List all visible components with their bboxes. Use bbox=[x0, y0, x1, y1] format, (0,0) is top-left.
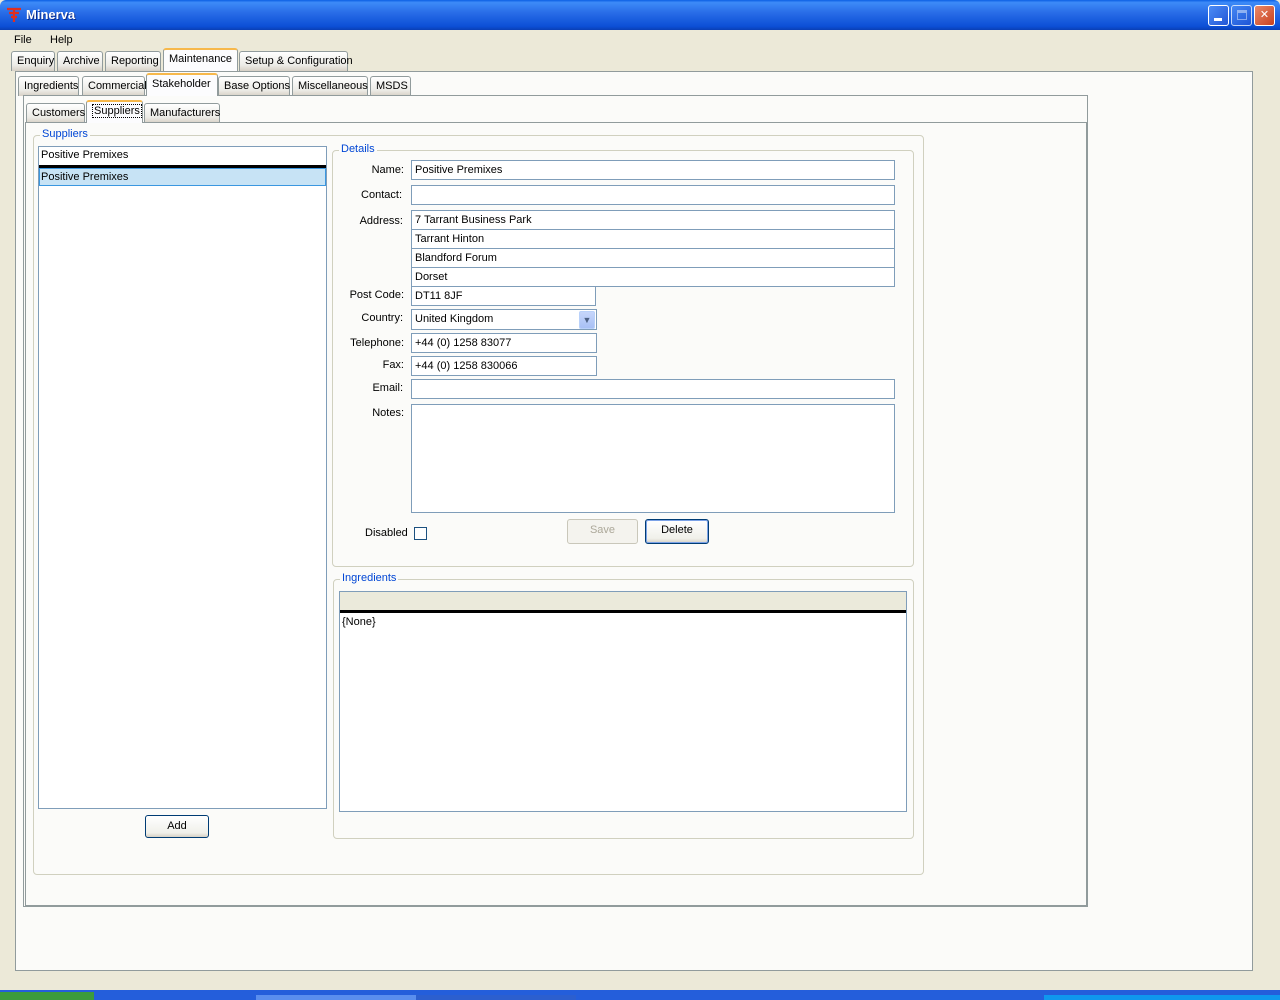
minimize-button[interactable] bbox=[1208, 5, 1229, 26]
tab-customers[interactable]: Customers bbox=[26, 103, 85, 123]
fax-field[interactable]: +44 (0) 1258 830066 bbox=[411, 356, 597, 376]
details-group-label: Details bbox=[339, 143, 377, 155]
tab-msds[interactable]: MSDS bbox=[370, 76, 411, 96]
tab-suppliers[interactable]: Suppliers bbox=[86, 100, 143, 123]
tab-enquiry[interactable]: Enquiry bbox=[11, 51, 55, 71]
ingredients-group-label: Ingredients bbox=[340, 572, 399, 584]
app-icon bbox=[7, 7, 21, 22]
tab-stakeholder[interactable]: Stakeholder bbox=[146, 73, 218, 96]
tab-maintenance[interactable]: Maintenance bbox=[163, 48, 238, 71]
tab-suppliers-label: Suppliers bbox=[92, 104, 142, 118]
telephone-field[interactable]: +44 (0) 1258 83077 bbox=[411, 333, 597, 353]
country-selected-value: United Kingdom bbox=[415, 313, 494, 325]
address-line-4-field[interactable]: Dorset bbox=[411, 267, 895, 287]
tab-setup-configuration[interactable]: Setup & Configuration bbox=[239, 51, 353, 71]
tab-reporting[interactable]: Reporting bbox=[105, 51, 161, 71]
start-button[interactable] bbox=[0, 992, 94, 1000]
email-field[interactable] bbox=[411, 379, 895, 399]
fax-label: Fax: bbox=[382, 359, 404, 371]
suppliers-list-header: Positive Premixes bbox=[41, 149, 129, 161]
disabled-label: Disabled bbox=[365, 527, 408, 539]
disabled-checkbox[interactable] bbox=[414, 527, 427, 540]
menu-file[interactable]: File bbox=[14, 34, 32, 46]
menu-bar: File Help bbox=[0, 30, 1280, 50]
close-button[interactable]: ✕ bbox=[1254, 5, 1275, 26]
tab-commercial[interactable]: Commercial bbox=[82, 76, 147, 96]
tab-base-options[interactable]: Base Options bbox=[218, 76, 290, 96]
window-title: Minerva bbox=[26, 7, 76, 22]
tab-miscellaneous[interactable]: Miscellaneous bbox=[292, 76, 368, 96]
close-icon: ✕ bbox=[1259, 9, 1270, 21]
name-label: Name: bbox=[371, 164, 404, 176]
suppliers-list[interactable]: Positive Premixes Positive Premixes bbox=[38, 146, 327, 809]
save-button[interactable]: Save bbox=[567, 519, 638, 544]
chevron-down-icon[interactable]: ▼ bbox=[579, 311, 595, 329]
ingredients-list-header bbox=[340, 592, 906, 610]
menu-help[interactable]: Help bbox=[50, 34, 73, 46]
email-label: Email: bbox=[372, 382, 403, 394]
tab-manufacturers[interactable]: Manufacturers bbox=[144, 103, 220, 123]
tab-ingredients[interactable]: Ingredients bbox=[18, 76, 79, 96]
suppliers-group-label: Suppliers bbox=[40, 128, 90, 140]
contact-field[interactable] bbox=[411, 185, 895, 205]
list-item: {None} bbox=[342, 616, 376, 628]
minimize-icon bbox=[1214, 18, 1222, 21]
name-field[interactable]: Positive Premixes bbox=[411, 160, 895, 180]
list-item[interactable]: Positive Premixes bbox=[39, 168, 326, 186]
postcode-label: Post Code: bbox=[349, 289, 404, 301]
maximize-button[interactable] bbox=[1231, 5, 1252, 26]
contact-label: Contact: bbox=[361, 189, 402, 201]
taskbar-item[interactable] bbox=[416, 995, 576, 1000]
postcode-field[interactable]: DT11 8JF bbox=[411, 286, 596, 306]
title-bar[interactable]: Minerva ✕ bbox=[0, 0, 1280, 30]
taskbar-item[interactable] bbox=[256, 995, 416, 1000]
address-label: Address: bbox=[359, 215, 403, 227]
system-tray bbox=[1044, 995, 1280, 1000]
list-separator bbox=[340, 610, 906, 613]
address-line-3-field[interactable]: Blandford Forum bbox=[411, 248, 895, 268]
address-line-2-field[interactable]: Tarrant Hinton bbox=[411, 229, 895, 249]
add-button[interactable]: Add bbox=[145, 815, 209, 838]
address-line-1-field[interactable]: 7 Tarrant Business Park bbox=[411, 210, 895, 230]
notes-field[interactable] bbox=[411, 404, 895, 513]
maximize-icon bbox=[1237, 10, 1247, 20]
ingredients-list[interactable]: {None} bbox=[339, 591, 907, 812]
tab-archive[interactable]: Archive bbox=[57, 51, 103, 71]
telephone-label: Telephone: bbox=[350, 337, 404, 349]
country-select[interactable]: United Kingdom ▼ bbox=[411, 309, 597, 330]
notes-label: Notes: bbox=[372, 407, 404, 419]
country-label: Country: bbox=[361, 312, 403, 324]
delete-button[interactable]: Delete bbox=[645, 519, 709, 544]
